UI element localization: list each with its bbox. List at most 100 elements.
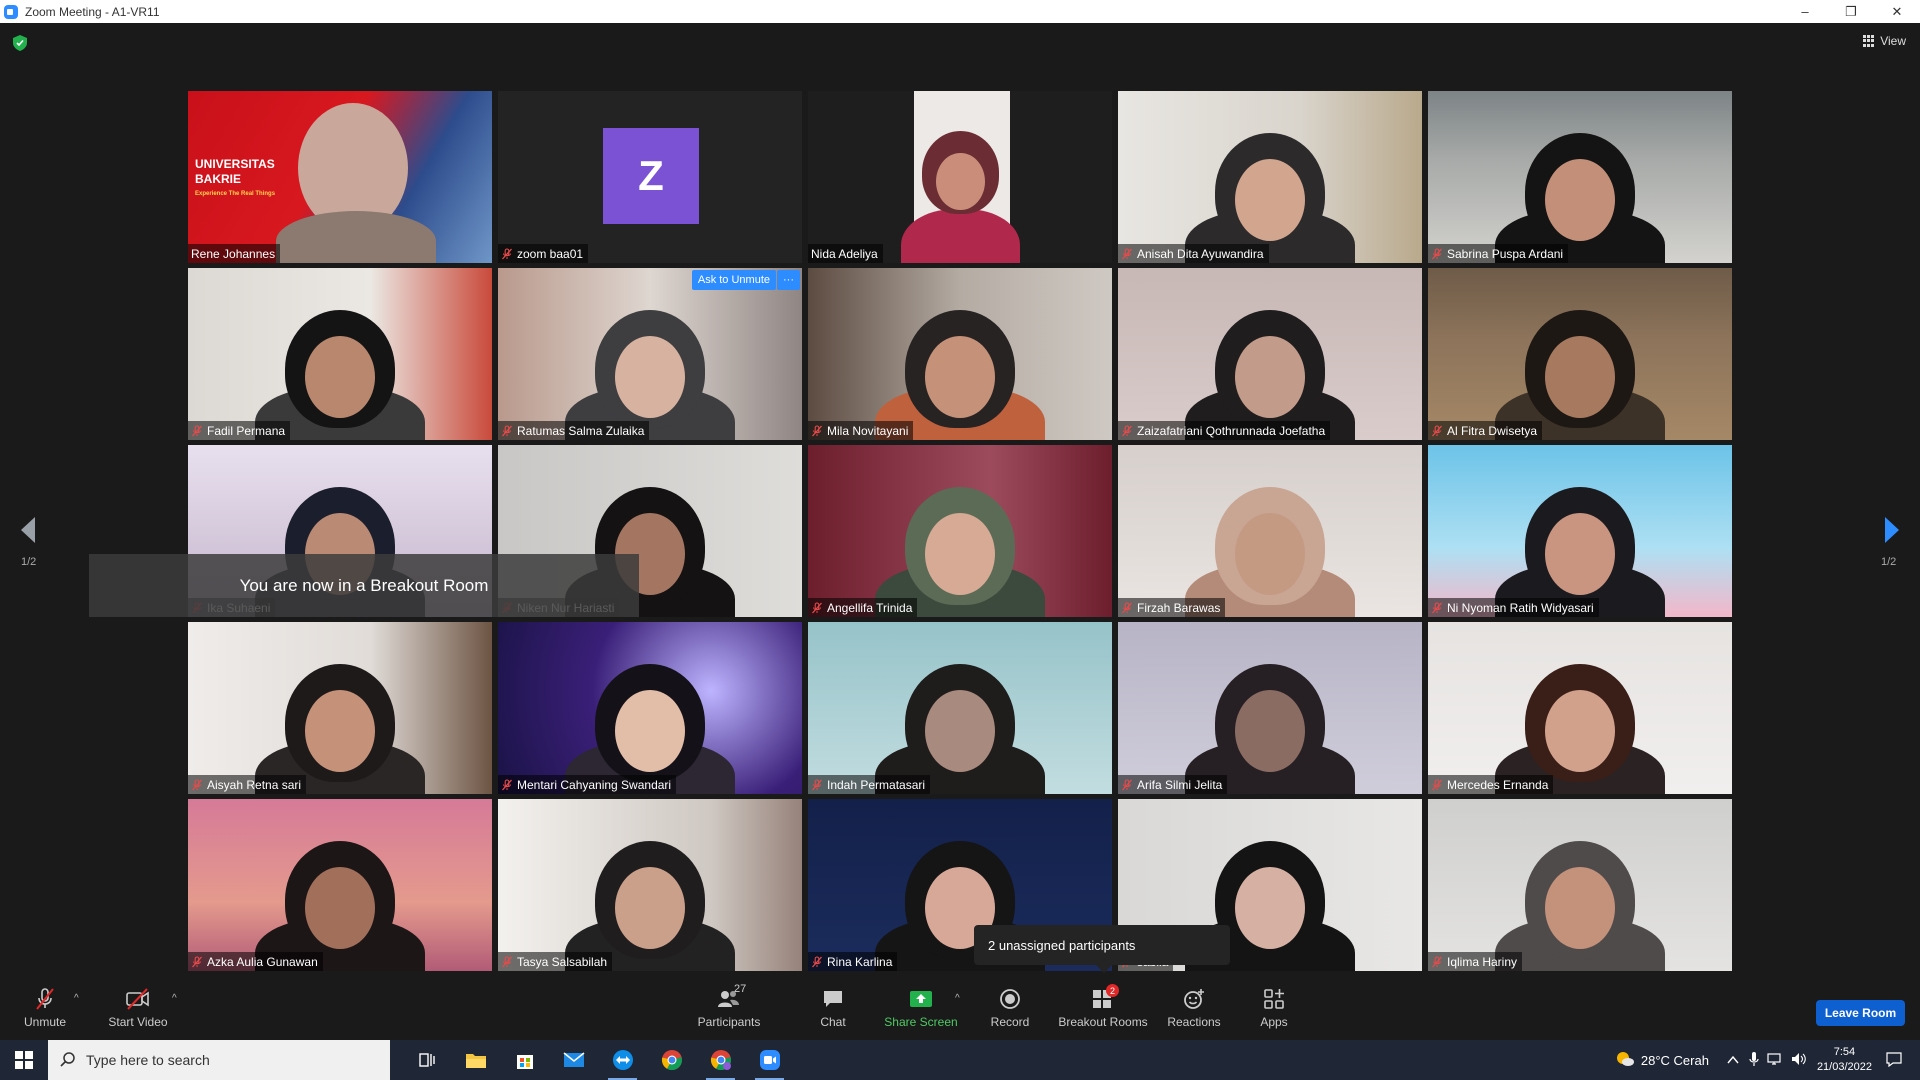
video-tile[interactable]: Angellifa Trinida (808, 445, 1112, 617)
video-tile[interactable]: Ni Nyoman Ratih Widyasari (1428, 445, 1732, 617)
muted-microphone-icon (191, 955, 203, 968)
video-tile[interactable]: Azka Aulia Gunawan (188, 799, 492, 971)
video-tile[interactable]: Aisyah Retna sari (188, 622, 492, 794)
participant-nameplate: zoom baa01 (498, 244, 589, 263)
participant-figure (875, 445, 1045, 617)
participants-button[interactable]: 27 Participants (694, 977, 764, 1039)
video-gallery: UNIVERSITAS BAKRIE Experience The Real Thi… (188, 91, 1733, 971)
unmute-button[interactable]: Unmute (20, 977, 70, 1039)
volume-icon[interactable] (1791, 1052, 1807, 1069)
university-line1: UNIVERSITAS (195, 157, 275, 171)
participant-name: zoom baa01 (517, 246, 584, 261)
show-hidden-icons-icon[interactable] (1727, 1053, 1739, 1068)
participant-nameplate: Rene Johannes (188, 244, 281, 263)
title-bar: Zoom Meeting - A1-VR11 – ❐ ✕ (0, 0, 1920, 23)
muted-microphone-icon (1121, 601, 1133, 614)
next-page-arrow-icon[interactable] (1881, 517, 1901, 543)
video-tile[interactable]: Anisah Dita Ayuwandira (1118, 91, 1422, 263)
chat-button[interactable]: Chat (813, 977, 853, 1039)
video-tile[interactable]: Sabrina Puspa Ardani (1428, 91, 1732, 263)
share-options-caret-icon[interactable]: ^ (955, 993, 960, 1004)
record-button[interactable]: Record (988, 977, 1032, 1039)
participant-name: Nida Adeliya (811, 246, 878, 261)
share-screen-icon (908, 987, 934, 1011)
apps-button[interactable]: Apps (1258, 977, 1290, 1039)
video-tile[interactable]: Ask to Unmute ··· Ratumas Salma Zulaika (498, 268, 802, 440)
video-tile[interactable]: Tasya Salsabilah (498, 799, 802, 971)
reactions-label: Reactions (1167, 1015, 1221, 1029)
start-video-button[interactable]: Start Video (106, 977, 170, 1039)
weather-text[interactable]: 28°C Cerah (1641, 1053, 1709, 1068)
leave-room-button[interactable]: Leave Room (1816, 1000, 1905, 1026)
video-tile[interactable]: Iqlima Hariny (1428, 799, 1732, 971)
zoom-taskbar-icon[interactable] (745, 1040, 794, 1080)
minimize-button[interactable]: – (1782, 0, 1828, 23)
chrome-profile-icon[interactable] (696, 1040, 745, 1080)
participants-count: 27 (734, 983, 747, 995)
close-button[interactable]: ✕ (1874, 0, 1920, 23)
security-shield-icon[interactable] (13, 35, 27, 51)
participant-name: Firzah Barawas (1137, 600, 1221, 615)
audio-options-caret-icon[interactable]: ^ (74, 993, 79, 1004)
participant-nameplate: Tasya Salsabilah (498, 952, 613, 971)
participant-figure (565, 622, 735, 794)
previous-page-arrow-icon[interactable] (19, 517, 39, 543)
participant-name: Zaizafatriani Qothrunnada Joefatha (1137, 423, 1326, 438)
participant-figure (1185, 268, 1355, 440)
video-tile[interactable]: Zzoom baa01 (498, 91, 802, 263)
participant-figure (255, 799, 425, 971)
chrome-icon[interactable] (647, 1040, 696, 1080)
participant-figure (255, 622, 425, 794)
participant-name: Arifa Silmi Jelita (1137, 777, 1223, 792)
mail-icon[interactable] (549, 1040, 598, 1080)
view-button[interactable]: View (1863, 34, 1906, 48)
muted-microphone-icon (191, 778, 203, 791)
microphone-tray-icon[interactable] (1749, 1051, 1759, 1070)
university-name: UNIVERSITAS BAKRIE (195, 157, 275, 187)
video-tile[interactable]: Mentari Cahyaning Swandari (498, 622, 802, 794)
video-tile[interactable]: Arifa Silmi Jelita (1118, 622, 1422, 794)
muted-microphone-icon (501, 247, 513, 260)
participant-nameplate: Mila Novitayani (808, 421, 914, 440)
video-options-caret-icon[interactable]: ^ (172, 993, 177, 1004)
video-tile[interactable]: UNIVERSITAS BAKRIE Experience The Real Thi… (188, 91, 492, 263)
muted-microphone-icon (501, 955, 513, 968)
network-icon[interactable] (1767, 1052, 1783, 1069)
participant-name: Mercedes Ernanda (1447, 777, 1549, 792)
breakout-rooms-label: Breakout Rooms (1058, 1015, 1148, 1029)
restore-button[interactable]: ❐ (1828, 0, 1874, 23)
participant-avatar: Z (603, 128, 699, 224)
chat-label: Chat (820, 1015, 846, 1029)
participant-name: Anisah Dita Ayuwandira (1137, 246, 1264, 261)
video-tile[interactable]: Nida Adeliya (808, 91, 1112, 263)
share-screen-button[interactable]: Share Screen (884, 977, 958, 1039)
page-indicator-right: 1/2 (1881, 556, 1897, 568)
notifications-icon[interactable] (1886, 1051, 1902, 1070)
reactions-button[interactable]: Reactions (1166, 977, 1222, 1039)
participant-name: Angellifa Trinida (827, 600, 913, 615)
system-tray: 28°C Cerah 7:54 21/03/2022 (1615, 1040, 1920, 1080)
more-options-button[interactable]: ··· (777, 270, 800, 290)
taskbar-clock[interactable]: 7:54 21/03/2022 (1817, 1045, 1872, 1075)
windows-start-icon[interactable] (0, 1040, 48, 1080)
video-tile[interactable]: Indah Permatasari (808, 622, 1112, 794)
video-tile[interactable]: Mercedes Ernanda (1428, 622, 1732, 794)
file-explorer-icon[interactable] (451, 1040, 500, 1080)
video-tile[interactable]: Al Fitra Dwisetya (1428, 268, 1732, 440)
participant-figure (1185, 91, 1355, 263)
video-tile[interactable]: Zaizafatriani Qothrunnada Joefatha (1118, 268, 1422, 440)
participant-figure (255, 268, 425, 440)
participant-figure (1185, 445, 1355, 617)
video-tile[interactable]: Firzah Barawas (1118, 445, 1422, 617)
taskbar-search-box[interactable]: Type here to search (48, 1040, 390, 1080)
video-tile[interactable]: Mila Novitayani (808, 268, 1112, 440)
task-view-icon[interactable] (402, 1040, 451, 1080)
video-tile[interactable]: Fadil Permana (188, 268, 492, 440)
microsoft-store-icon[interactable] (500, 1040, 549, 1080)
teamviewer-icon[interactable] (598, 1040, 647, 1080)
clock-date: 21/03/2022 (1816, 1061, 1872, 1073)
breakout-rooms-button[interactable]: 2 Breakout Rooms (1058, 977, 1148, 1039)
ask-to-unmute-button[interactable]: Ask to Unmute (691, 270, 776, 290)
muted-microphone-icon (1431, 778, 1443, 791)
participant-nameplate: Angellifa Trinida (808, 598, 918, 617)
